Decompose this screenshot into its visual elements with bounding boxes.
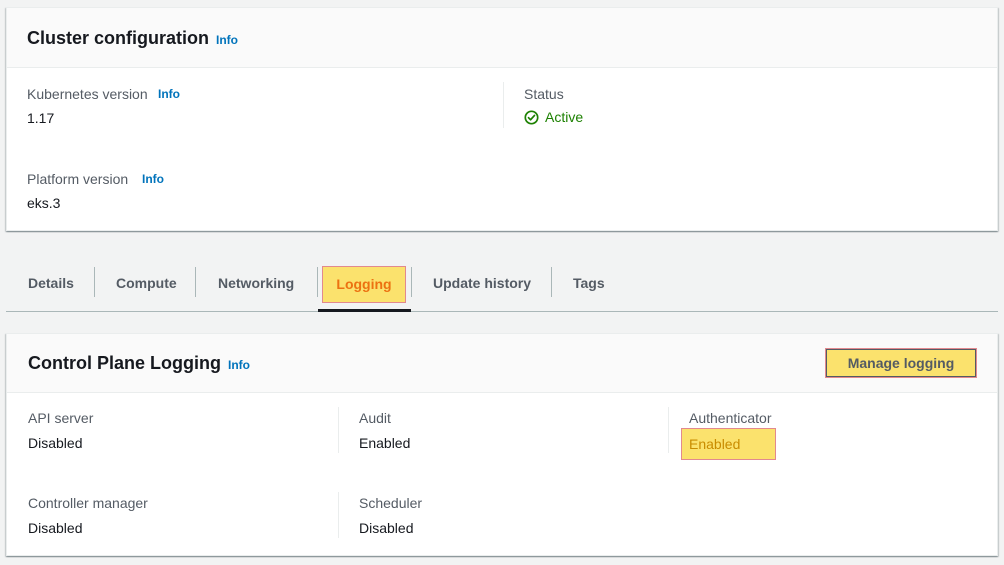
kubernetes-version-value: 1.17 (27, 110, 55, 126)
audit-value: Enabled (359, 435, 411, 451)
platform-version-value: eks.3 (27, 195, 61, 211)
control-plane-logging-title: Control Plane Logging (28, 353, 221, 373)
tab-tags[interactable]: Tags (573, 266, 605, 300)
scheduler-value: Disabled (359, 520, 414, 536)
tab-bar: Details Compute Networking Logging Updat… (6, 256, 998, 312)
status-label: Status (524, 86, 564, 102)
platform-version-label: Platform version (27, 171, 129, 187)
column-divider (338, 492, 339, 538)
authenticator-value: Enabled (681, 428, 776, 460)
column-divider (338, 407, 339, 453)
column-divider (668, 407, 669, 453)
tab-separator (317, 267, 318, 297)
tab-separator (411, 267, 412, 297)
active-tab-indicator (318, 309, 411, 312)
cluster-configuration-header: Cluster configuration Info (7, 8, 997, 68)
cluster-configuration-panel: Cluster configuration Info Kubernetes ve… (6, 7, 998, 231)
tab-compute[interactable]: Compute (116, 266, 177, 300)
check-circle-icon (524, 109, 539, 125)
tab-details[interactable]: Details (28, 266, 74, 300)
tab-networking[interactable]: Networking (218, 266, 294, 300)
manage-logging-button[interactable]: Manage logging (825, 348, 977, 378)
api-server-label: API server (28, 410, 94, 426)
status-text: Active (545, 109, 584, 125)
status-value: Active (524, 109, 583, 125)
tab-logging[interactable]: Logging (322, 266, 406, 303)
controller-manager-value: Disabled (28, 520, 83, 536)
tab-separator (551, 267, 552, 297)
audit-label: Audit (359, 410, 391, 426)
control-plane-logging-header: Control Plane Logging Info Manage loggin… (7, 334, 997, 393)
tab-update-history[interactable]: Update history (433, 266, 531, 300)
api-server-value: Disabled (28, 435, 83, 451)
tab-separator (94, 267, 95, 297)
scheduler-label: Scheduler (359, 495, 423, 511)
tab-separator (195, 267, 196, 297)
platform-version-info-link[interactable]: Info (142, 172, 164, 186)
kubernetes-version-info-link[interactable]: Info (158, 87, 180, 101)
column-divider (503, 82, 504, 128)
controller-manager-label: Controller manager (28, 495, 148, 511)
cluster-configuration-title: Cluster configuration (27, 28, 210, 48)
control-plane-logging-info-link[interactable]: Info (228, 358, 250, 372)
kubernetes-version-label: Kubernetes version (27, 86, 148, 102)
control-plane-logging-panel: Control Plane Logging Info Manage loggin… (6, 333, 998, 556)
authenticator-label: Authenticator (689, 410, 772, 426)
cluster-configuration-info-link[interactable]: Info (216, 33, 238, 47)
